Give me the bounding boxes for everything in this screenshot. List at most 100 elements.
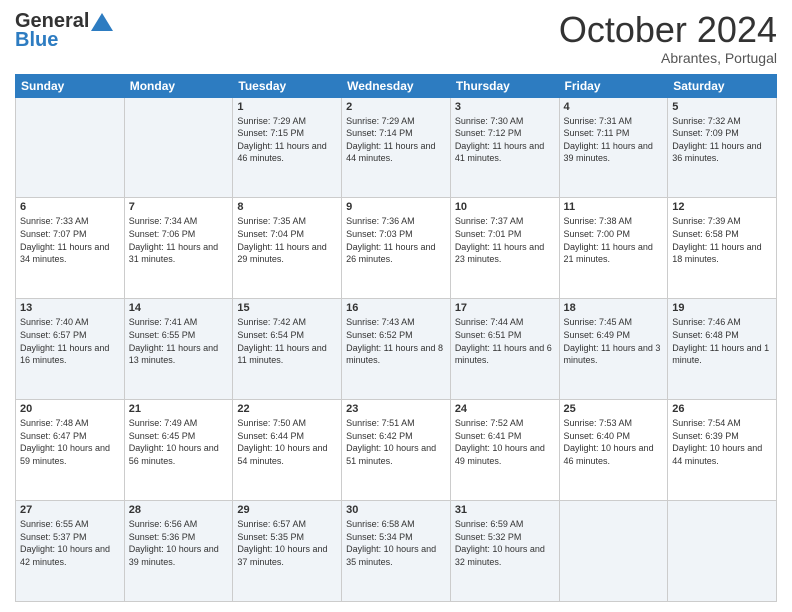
calendar-cell: 25 Sunrise: 7:53 AMSunset: 6:40 PMDaylig… [559,400,668,501]
day-info: Sunrise: 7:42 AMSunset: 6:54 PMDaylight:… [237,316,337,366]
calendar-cell: 28 Sunrise: 6:56 AMSunset: 5:36 PMDaylig… [124,501,233,602]
calendar-cell: 22 Sunrise: 7:50 AMSunset: 6:44 PMDaylig… [233,400,342,501]
calendar-cell: 14 Sunrise: 7:41 AMSunset: 6:55 PMDaylig… [124,299,233,400]
calendar-cell: 17 Sunrise: 7:44 AMSunset: 6:51 PMDaylig… [450,299,559,400]
month-title: October 2024 [559,10,777,50]
calendar-cell: 2 Sunrise: 7:29 AMSunset: 7:14 PMDayligh… [342,97,451,198]
logo: General Blue [15,10,113,52]
calendar-cell: 12 Sunrise: 7:39 AMSunset: 6:58 PMDaylig… [668,198,777,299]
day-info: Sunrise: 7:36 AMSunset: 7:03 PMDaylight:… [346,215,446,265]
day-number: 20 [20,403,120,415]
calendar-cell: 4 Sunrise: 7:31 AMSunset: 7:11 PMDayligh… [559,97,668,198]
day-info: Sunrise: 7:29 AMSunset: 7:14 PMDaylight:… [346,115,446,165]
day-number: 30 [346,504,446,516]
day-number: 9 [346,201,446,213]
header-saturday: Saturday [668,74,777,97]
day-number: 13 [20,302,120,314]
calendar-cell [16,97,125,198]
day-number: 16 [346,302,446,314]
day-info: Sunrise: 6:59 AMSunset: 5:32 PMDaylight:… [455,518,555,568]
week-row-3: 13 Sunrise: 7:40 AMSunset: 6:57 PMDaylig… [16,299,777,400]
header-wednesday: Wednesday [342,74,451,97]
day-info: Sunrise: 7:48 AMSunset: 6:47 PMDaylight:… [20,417,120,467]
day-info: Sunrise: 7:45 AMSunset: 6:49 PMDaylight:… [564,316,664,366]
day-number: 23 [346,403,446,415]
calendar-cell: 29 Sunrise: 6:57 AMSunset: 5:35 PMDaylig… [233,501,342,602]
day-info: Sunrise: 7:34 AMSunset: 7:06 PMDaylight:… [129,215,229,265]
calendar-cell: 19 Sunrise: 7:46 AMSunset: 6:48 PMDaylig… [668,299,777,400]
calendar: SundayMondayTuesdayWednesdayThursdayFrid… [15,74,777,602]
day-info: Sunrise: 7:51 AMSunset: 6:42 PMDaylight:… [346,417,446,467]
calendar-cell: 27 Sunrise: 6:55 AMSunset: 5:37 PMDaylig… [16,501,125,602]
day-info: Sunrise: 7:54 AMSunset: 6:39 PMDaylight:… [672,417,772,467]
calendar-header-row: SundayMondayTuesdayWednesdayThursdayFrid… [16,74,777,97]
calendar-cell: 15 Sunrise: 7:42 AMSunset: 6:54 PMDaylig… [233,299,342,400]
day-number: 8 [237,201,337,213]
calendar-cell: 13 Sunrise: 7:40 AMSunset: 6:57 PMDaylig… [16,299,125,400]
day-number: 21 [129,403,229,415]
day-info: Sunrise: 7:31 AMSunset: 7:11 PMDaylight:… [564,115,664,165]
header: General Blue October 2024 Abrantes, Port… [15,10,777,66]
calendar-cell: 26 Sunrise: 7:54 AMSunset: 6:39 PMDaylig… [668,400,777,501]
location-subtitle: Abrantes, Portugal [559,50,777,66]
day-number: 31 [455,504,555,516]
day-number: 14 [129,302,229,314]
day-number: 15 [237,302,337,314]
calendar-cell: 18 Sunrise: 7:45 AMSunset: 6:49 PMDaylig… [559,299,668,400]
calendar-cell: 24 Sunrise: 7:52 AMSunset: 6:41 PMDaylig… [450,400,559,501]
header-friday: Friday [559,74,668,97]
header-monday: Monday [124,74,233,97]
day-number: 7 [129,201,229,213]
day-info: Sunrise: 7:37 AMSunset: 7:01 PMDaylight:… [455,215,555,265]
day-number: 18 [564,302,664,314]
day-number: 5 [672,101,772,113]
day-info: Sunrise: 6:56 AMSunset: 5:36 PMDaylight:… [129,518,229,568]
calendar-cell: 7 Sunrise: 7:34 AMSunset: 7:06 PMDayligh… [124,198,233,299]
day-info: Sunrise: 6:57 AMSunset: 5:35 PMDaylight:… [237,518,337,568]
day-info: Sunrise: 7:40 AMSunset: 6:57 PMDaylight:… [20,316,120,366]
day-info: Sunrise: 7:30 AMSunset: 7:12 PMDaylight:… [455,115,555,165]
day-number: 28 [129,504,229,516]
calendar-cell: 10 Sunrise: 7:37 AMSunset: 7:01 PMDaylig… [450,198,559,299]
logo-blue-text: Blue [15,29,58,52]
week-row-1: 1 Sunrise: 7:29 AMSunset: 7:15 PMDayligh… [16,97,777,198]
day-info: Sunrise: 6:58 AMSunset: 5:34 PMDaylight:… [346,518,446,568]
day-number: 11 [564,201,664,213]
calendar-cell: 23 Sunrise: 7:51 AMSunset: 6:42 PMDaylig… [342,400,451,501]
day-number: 4 [564,101,664,113]
page: General Blue October 2024 Abrantes, Port… [0,0,792,612]
day-info: Sunrise: 6:55 AMSunset: 5:37 PMDaylight:… [20,518,120,568]
day-number: 29 [237,504,337,516]
day-info: Sunrise: 7:44 AMSunset: 6:51 PMDaylight:… [455,316,555,366]
day-info: Sunrise: 7:49 AMSunset: 6:45 PMDaylight:… [129,417,229,467]
calendar-cell: 8 Sunrise: 7:35 AMSunset: 7:04 PMDayligh… [233,198,342,299]
day-number: 3 [455,101,555,113]
day-info: Sunrise: 7:41 AMSunset: 6:55 PMDaylight:… [129,316,229,366]
day-number: 2 [346,101,446,113]
day-number: 10 [455,201,555,213]
day-info: Sunrise: 7:52 AMSunset: 6:41 PMDaylight:… [455,417,555,467]
day-info: Sunrise: 7:46 AMSunset: 6:48 PMDaylight:… [672,316,772,366]
header-thursday: Thursday [450,74,559,97]
calendar-cell [668,501,777,602]
title-section: October 2024 Abrantes, Portugal [559,10,777,66]
calendar-cell: 1 Sunrise: 7:29 AMSunset: 7:15 PMDayligh… [233,97,342,198]
day-info: Sunrise: 7:39 AMSunset: 6:58 PMDaylight:… [672,215,772,265]
week-row-2: 6 Sunrise: 7:33 AMSunset: 7:07 PMDayligh… [16,198,777,299]
calendar-cell: 21 Sunrise: 7:49 AMSunset: 6:45 PMDaylig… [124,400,233,501]
day-info: Sunrise: 7:43 AMSunset: 6:52 PMDaylight:… [346,316,446,366]
header-sunday: Sunday [16,74,125,97]
day-info: Sunrise: 7:33 AMSunset: 7:07 PMDaylight:… [20,215,120,265]
day-number: 27 [20,504,120,516]
day-info: Sunrise: 7:29 AMSunset: 7:15 PMDaylight:… [237,115,337,165]
calendar-cell: 9 Sunrise: 7:36 AMSunset: 7:03 PMDayligh… [342,198,451,299]
calendar-cell [124,97,233,198]
logo-icon [91,13,113,31]
day-info: Sunrise: 7:38 AMSunset: 7:00 PMDaylight:… [564,215,664,265]
calendar-cell: 16 Sunrise: 7:43 AMSunset: 6:52 PMDaylig… [342,299,451,400]
day-number: 25 [564,403,664,415]
week-row-5: 27 Sunrise: 6:55 AMSunset: 5:37 PMDaylig… [16,501,777,602]
calendar-cell: 11 Sunrise: 7:38 AMSunset: 7:00 PMDaylig… [559,198,668,299]
day-info: Sunrise: 7:50 AMSunset: 6:44 PMDaylight:… [237,417,337,467]
calendar-cell: 5 Sunrise: 7:32 AMSunset: 7:09 PMDayligh… [668,97,777,198]
